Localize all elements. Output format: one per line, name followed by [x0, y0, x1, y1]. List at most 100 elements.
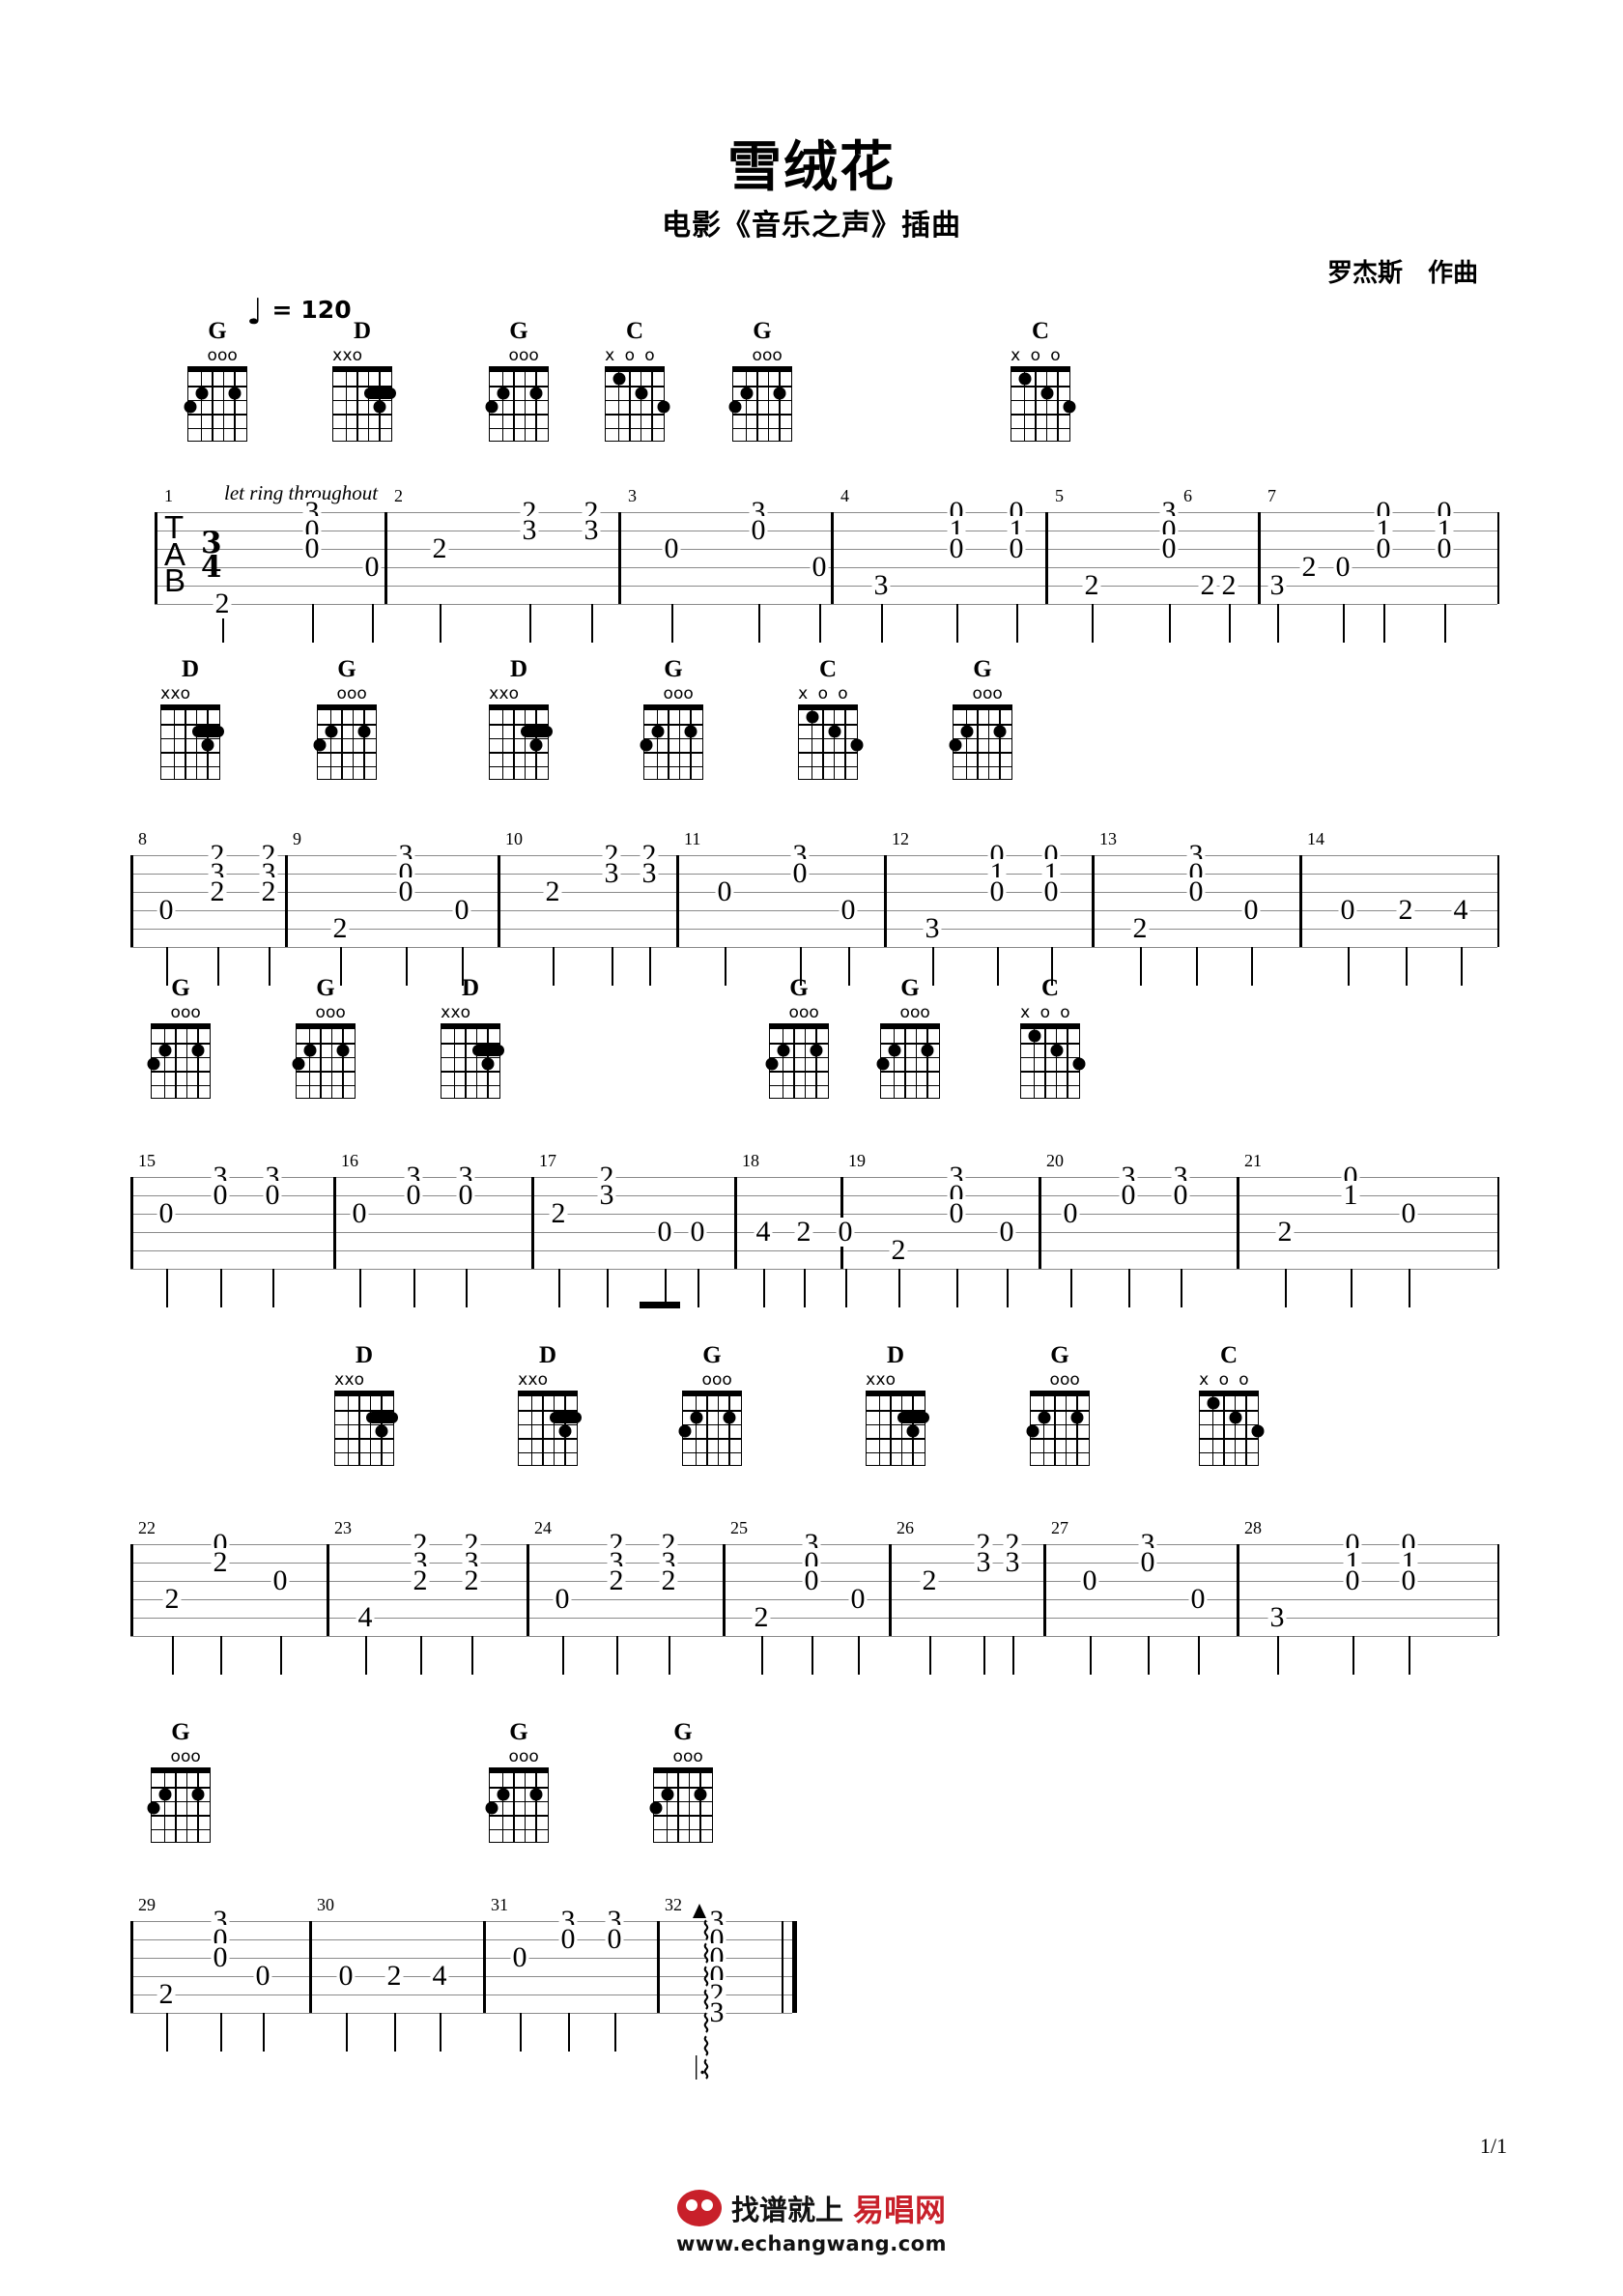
chord-finger-dot [373, 400, 386, 414]
blank-mark [1020, 348, 1030, 364]
barline [676, 855, 679, 947]
barline [1043, 1544, 1046, 1636]
measure-number: 16 [341, 1151, 358, 1170]
barline [1092, 855, 1095, 947]
chord-name: G [337, 656, 356, 682]
tab-fret-number: 0 [1007, 532, 1026, 564]
tab-fret-number: 0 [749, 514, 768, 546]
blank-mark [190, 686, 200, 703]
fret-string-line [904, 1029, 906, 1098]
fret-string-line [465, 1029, 467, 1098]
measure-number: 24 [534, 1518, 552, 1537]
chord-finger-dot [375, 1424, 388, 1438]
fret-string-line [347, 1396, 349, 1465]
note-stem [1277, 1636, 1280, 1675]
fret-string-line [745, 372, 747, 441]
fret-string-line [501, 1773, 503, 1842]
fret-string-line [767, 372, 770, 441]
blank-mark [1003, 686, 1012, 703]
composer-credit: 罗杰斯 作曲 [1326, 259, 1478, 288]
chord-fretboard-grid [1011, 366, 1076, 442]
chord-name: C [1219, 1342, 1239, 1368]
chord-open-mute-marks: xxo [518, 1372, 578, 1389]
blank-mark [848, 686, 858, 703]
note-stem [166, 2013, 169, 2052]
measure-number: 6 [1183, 486, 1192, 505]
fret-wire-line [606, 386, 664, 387]
chord-open-mute-marks: xxo [489, 686, 549, 703]
chord-finger-dot [497, 387, 510, 400]
open-string-icon: o [644, 346, 655, 365]
tab-fret-number: 2 [330, 912, 350, 944]
note-stem [346, 2013, 349, 2052]
note-stem [1348, 947, 1351, 986]
blank-mark [1039, 1372, 1049, 1389]
chord-fretboard-grid [485, 1767, 549, 1843]
blank-mark [1080, 1372, 1090, 1389]
barline [884, 855, 887, 947]
chord-finger-dot [1040, 387, 1054, 400]
tab-fret-number: 0 [404, 1179, 423, 1211]
chord-finger-dot [921, 1044, 934, 1057]
fret-wire-line [441, 1084, 499, 1086]
open-string-icon: o [207, 346, 217, 365]
measure-number: 18 [742, 1151, 759, 1170]
tab-fret-number: 0 [839, 894, 858, 926]
fret-string-line [890, 1396, 892, 1465]
tab-fret-number: 2 [259, 875, 278, 907]
fret-wire-line [152, 1071, 210, 1073]
tab-fret-number: 2 [659, 1564, 678, 1596]
blank-mark [305, 1005, 315, 1021]
tab-fret-number: 0 [1138, 1546, 1157, 1578]
chord-finger-dot [810, 1044, 823, 1057]
chord-finger-dot [1207, 1396, 1220, 1410]
open-string-icon: o [663, 684, 673, 703]
fret-string-line [844, 710, 846, 779]
tab-fret-number: 2 [794, 1216, 813, 1248]
tab-string-line [130, 1599, 1497, 1601]
blank-mark [317, 686, 327, 703]
open-string-icon: o [711, 1370, 723, 1390]
tab-fret-number: 0 [790, 857, 810, 889]
measure-number: 30 [317, 1895, 334, 1914]
note-stem [614, 2013, 617, 2052]
chord-open-mute-marks: ooo [296, 1005, 356, 1021]
note-stem [956, 1269, 959, 1307]
chord-name: D [538, 1342, 557, 1368]
blank-mark [197, 348, 207, 364]
fret-string-line [530, 1396, 532, 1465]
blank-mark [890, 1005, 899, 1021]
tab-fret-number: 0 [662, 532, 681, 564]
page-number: 1/1 [1479, 2134, 1507, 2158]
open-string-icon: o [1218, 1370, 1229, 1390]
note-stem [671, 604, 674, 643]
fret-wire-line [954, 765, 1011, 767]
fret-wire-line [799, 724, 857, 726]
chord-diagram-d: Dxxo [328, 1343, 400, 1466]
blank-mark [643, 686, 653, 703]
fret-string-line [341, 710, 343, 779]
barline [618, 512, 621, 604]
performance-direction: let ring throughout [224, 481, 379, 504]
fret-string-line [185, 1029, 188, 1098]
chord-fretboard-grid [605, 366, 670, 442]
blank-mark [372, 348, 382, 364]
chord-open-mute-marks: ooo [1030, 1372, 1090, 1389]
note-stem [440, 604, 442, 643]
fret-wire-line [881, 1071, 939, 1073]
barline [285, 855, 288, 947]
chord-finger-dot [497, 1788, 510, 1801]
blank-mark [614, 348, 624, 364]
chord-finger-dot [777, 1044, 790, 1057]
open-string-icon: o [508, 1747, 519, 1766]
fret-wire-line [1011, 427, 1069, 429]
staff-end-barline [1497, 855, 1500, 947]
measure-number: 2 [394, 486, 403, 505]
chord-finger-dot [195, 387, 209, 400]
tab-fret-number: 3 [520, 514, 539, 546]
blank-mark [200, 686, 210, 703]
chord-name: D [461, 975, 480, 1001]
chord-finger-dot [850, 738, 864, 752]
chord-fretboard-grid [313, 704, 377, 780]
fret-wire-line [188, 399, 246, 402]
